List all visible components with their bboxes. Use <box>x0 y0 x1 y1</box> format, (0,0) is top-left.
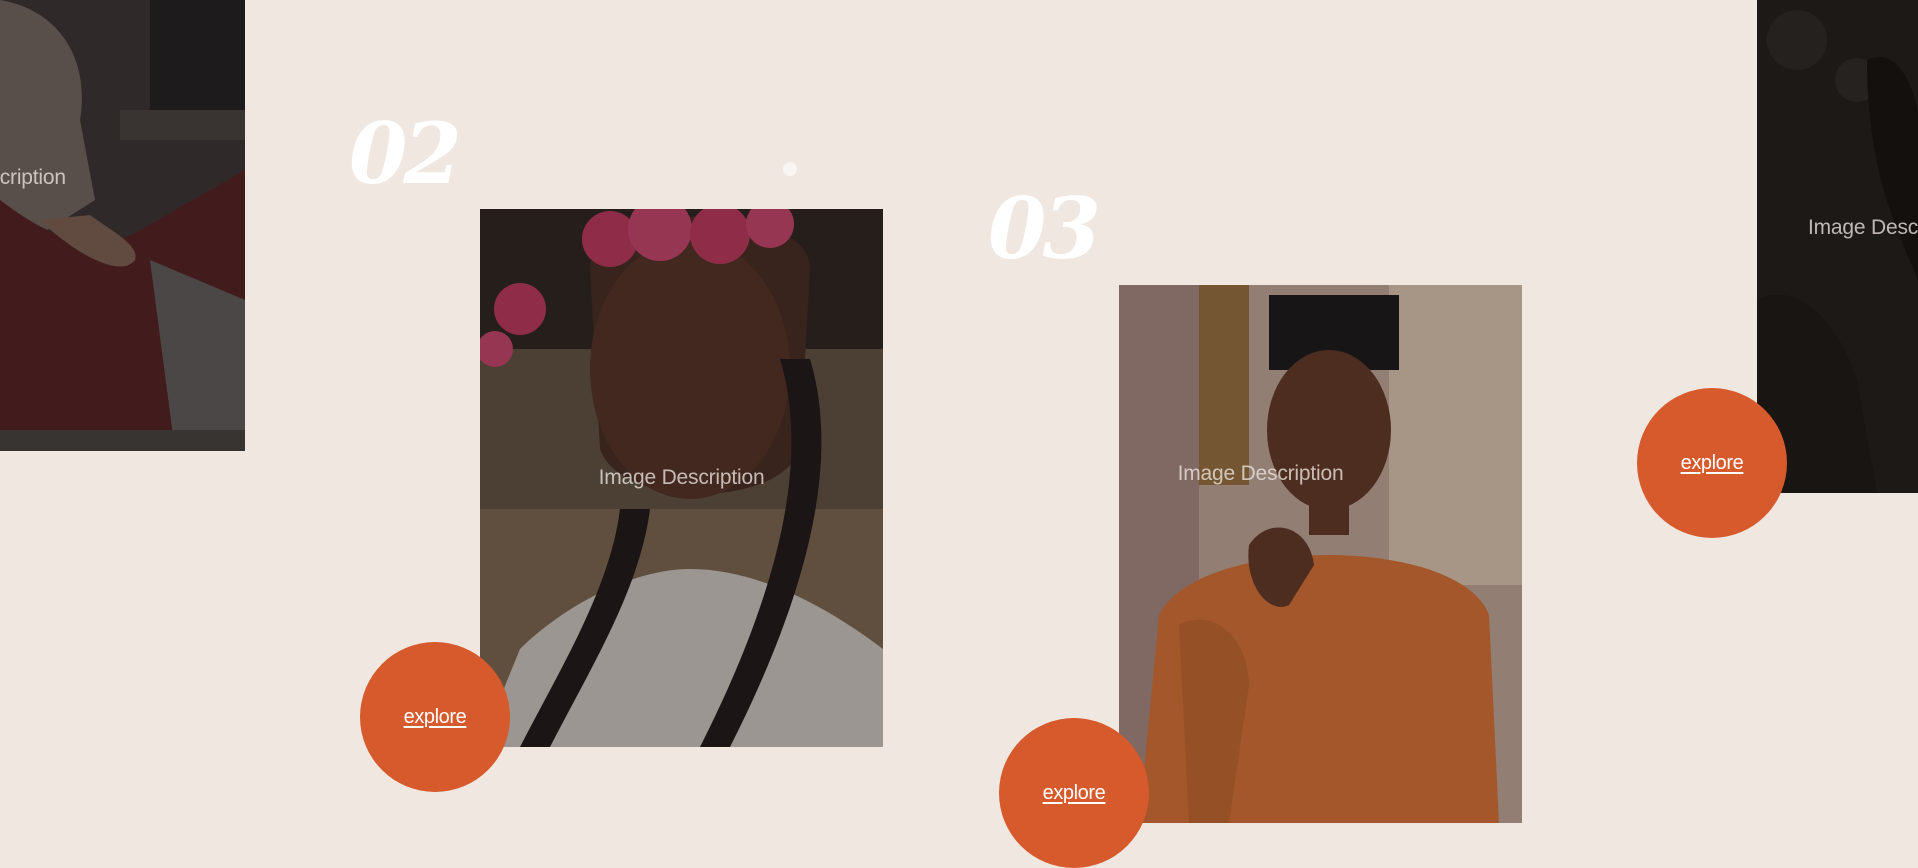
slide-1-image: Image Description <box>0 0 245 451</box>
slide-4-explore-button[interactable]: explore <box>1637 388 1787 538</box>
slide-2-image: Image Description <box>480 209 883 747</box>
slide-3-image-overlay <box>1119 285 1522 823</box>
slide-2-image-caption: Image Description <box>598 466 765 489</box>
slide-2-explore-button[interactable]: explore <box>360 642 510 792</box>
slide-4-image-caption: Image Description <box>1808 216 1918 239</box>
slide-3-image-caption: Image Description <box>1177 462 1344 485</box>
slide-1-image-overlay <box>0 0 245 451</box>
carousel-indicator-dot <box>783 162 797 176</box>
slide-1-image-caption: Image Description <box>0 166 66 189</box>
slide-4-image: Image Description <box>1757 0 1918 493</box>
slide-4-image-overlay <box>1757 0 1918 493</box>
slide-number-03: 03 <box>988 179 1101 278</box>
slide-3-explore-link[interactable]: explore <box>1043 782 1106 805</box>
slide-2-explore-link[interactable]: explore <box>404 706 467 729</box>
slide-3-image: Image Description <box>1119 285 1522 823</box>
slide-3-explore-button[interactable]: explore <box>999 718 1149 868</box>
slide-4-explore-link[interactable]: explore <box>1681 452 1744 475</box>
slide-number-02: 02 <box>349 104 462 203</box>
